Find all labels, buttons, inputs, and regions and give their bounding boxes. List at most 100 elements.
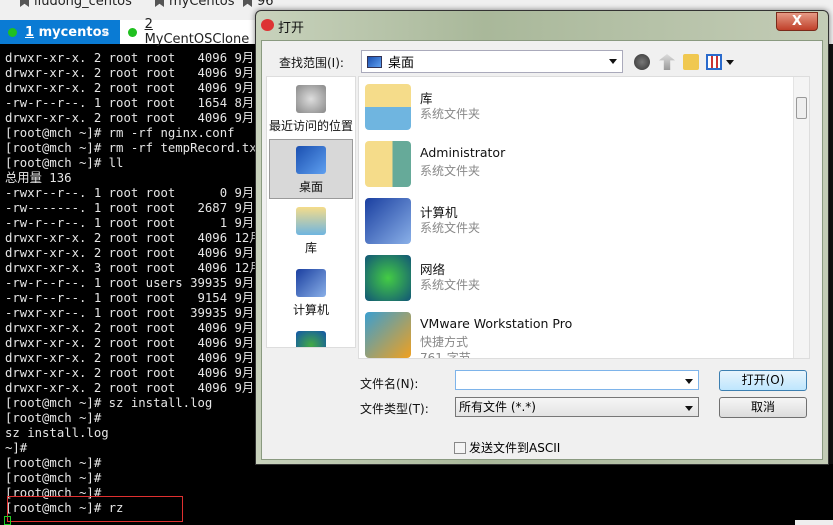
- chevron-down-icon: [685, 406, 693, 411]
- look-in-dropdown[interactable]: 桌面: [361, 50, 623, 73]
- terminal-line: -rw-r--r--. 1 root users 39935 9月: [5, 276, 255, 290]
- places-bar: 最近访问的位置 桌面 库 计算机 网络: [266, 76, 356, 348]
- cancel-button[interactable]: 取消: [719, 397, 807, 418]
- tab-label: mycentos: [38, 24, 110, 40]
- terminal-output[interactable]: drwxr-xr-x. 2 root root 4096 9月 drwxr-xr-…: [5, 51, 264, 516]
- terminal-line: drwxr-xr-x. 2 root root 4096 9月: [5, 51, 255, 65]
- terminal-scrollbar[interactable]: [829, 44, 833, 464]
- dialog-title: 打开: [278, 21, 305, 36]
- highlight-box: [7, 496, 183, 522]
- terminal-line: drwxr-xr-x. 2 root root 4096 9月: [5, 366, 255, 380]
- bookmark[interactable]: liudong_centos: [20, 0, 132, 9]
- place-network[interactable]: 网络: [269, 325, 353, 347]
- desktop-icon: [367, 55, 382, 68]
- terminal-line: drwxr-xr-x. 2 root root 4096 9月: [5, 81, 255, 95]
- ascii-checkbox[interactable]: [454, 441, 466, 454]
- new-folder-icon[interactable]: [683, 54, 699, 70]
- terminal-line: drwxr-xr-x. 2 root root 4096 9月: [5, 321, 255, 335]
- tab-mycentos[interactable]: 1 mycentos ×: [0, 20, 120, 44]
- place-recent[interactable]: 最近访问的位置: [269, 79, 353, 139]
- open-file-dialog: 打开 X 查找范围(I): 桌面 最近访问的位置 桌面 库 计算机 网络 库系统…: [255, 10, 829, 465]
- place-desktop[interactable]: 桌面: [269, 139, 353, 199]
- look-in-label: 查找范围(I):: [279, 56, 344, 70]
- terminal-line: [root@mch ~]#: [5, 456, 102, 470]
- terminal-line: -rw-r--r--. 1 root root 1 9月: [5, 216, 255, 230]
- connected-status-icon: [8, 27, 17, 37]
- terminal-line: [root@mch ~]#: [5, 471, 102, 485]
- file-item[interactable]: 网络 系统文件夹: [365, 253, 785, 305]
- view-menu-icon[interactable]: [706, 54, 722, 70]
- terminal-line: -rw-r--r--. 1 root root 1654 8月: [5, 96, 255, 110]
- terminal-line: drwxr-xr-x. 2 root root 4096 12月: [5, 231, 262, 245]
- terminal-line: drwxr-xr-x. 2 root root 4096 9月: [5, 351, 255, 365]
- network-icon: [365, 255, 411, 301]
- place-label: 库: [304, 241, 317, 255]
- terminal-line: -rw-------. 1 root root 2687 9月: [5, 201, 255, 215]
- tab-index: 1: [25, 24, 35, 40]
- file-name: Administrator: [420, 145, 506, 160]
- file-list-scrollbar[interactable]: [793, 77, 809, 358]
- connected-status-icon: [128, 27, 137, 37]
- bookmark-label: liudong_centos: [34, 0, 132, 9]
- terminal-line: drwxr-xr-x. 2 root root 4096 9月: [5, 336, 255, 350]
- file-item[interactable]: 库系统文件夹: [365, 82, 785, 134]
- library-icon: [365, 84, 411, 130]
- terminal-line: ~]#: [5, 441, 28, 455]
- bookmark-label: myCentos: [169, 0, 235, 9]
- bookmark-icon: [243, 0, 252, 7]
- place-computer[interactable]: 计算机: [269, 263, 353, 323]
- user-folder-icon: [365, 141, 411, 187]
- dialog-body: 查找范围(I): 桌面 最近访问的位置 桌面 库 计算机 网络 库系统文件夹 A…: [261, 40, 823, 460]
- vmware-shortcut-icon: [365, 312, 411, 358]
- terminal-line: [root@mch ~]# ll: [5, 156, 124, 170]
- place-label: 最近访问的位置: [269, 119, 354, 133]
- open-button[interactable]: 打开(O): [719, 370, 807, 391]
- place-label: 桌面: [298, 180, 323, 194]
- back-icon[interactable]: [634, 54, 650, 70]
- filename-input[interactable]: [455, 370, 699, 390]
- terminal-cursor: [4, 516, 11, 525]
- file-name: VMware Workstation Pro: [420, 316, 573, 331]
- chevron-down-icon[interactable]: [685, 379, 693, 384]
- file-item[interactable]: Administrator 系统文件夹: [365, 139, 785, 191]
- filetype-value: 所有文件 (*.*): [459, 400, 536, 414]
- bookmark[interactable]: myCentos: [155, 0, 235, 9]
- terminal-line: -rwxr-xr--. 1 root root 39935 9月: [5, 306, 255, 320]
- file-type: 系统文件夹: [420, 107, 481, 121]
- recent-places-icon: [296, 85, 326, 113]
- terminal-line: [root@mch ~]# sz install.log: [5, 396, 213, 410]
- file-type: 系统文件夹: [420, 278, 481, 292]
- terminal-line: drwxr-xr-x. 2 root root 4096 9月: [5, 246, 255, 260]
- desktop-icon: [296, 146, 326, 174]
- place-libraries[interactable]: 库: [269, 201, 353, 261]
- ascii-option[interactable]: 发送文件到ASCII: [454, 439, 560, 456]
- terminal-line: [root@mch ~]# rm -rf tempRecord.txt: [5, 141, 265, 155]
- terminal-line: 总用量 136: [5, 171, 72, 185]
- look-in-value: 桌面: [388, 56, 415, 71]
- filetype-select[interactable]: 所有文件 (*.*): [455, 397, 699, 417]
- bookmark[interactable]: 96: [243, 0, 274, 9]
- file-type: 系统文件夹: [420, 164, 481, 178]
- terminal-line: [root@mch ~]#: [5, 411, 102, 425]
- close-button[interactable]: X: [776, 12, 818, 31]
- file-item[interactable]: VMware Workstation Pro 快捷方式 761 字节: [365, 310, 785, 358]
- close-tab-icon[interactable]: ×: [101, 26, 110, 39]
- file-type: 系统文件夹: [420, 221, 481, 235]
- terminal-line: drwxr-xr-x. 2 root root 4096 9月: [5, 381, 255, 395]
- app-icon: [261, 19, 274, 31]
- tab-mycentosclone[interactable]: 2 MyCentOSClone: [120, 17, 256, 47]
- terminal-line: [root@mch ~]# rm -rf nginx.conf: [5, 126, 235, 140]
- scrollbar-thumb[interactable]: [796, 97, 807, 119]
- terminal-line: -rw-r--r--. 1 root root 9154 9月: [5, 291, 255, 305]
- filename-label: 文件名(N):: [360, 377, 419, 391]
- chevron-down-icon[interactable]: [726, 60, 734, 65]
- library-icon: [296, 207, 326, 235]
- computer-icon: [365, 198, 411, 244]
- place-label: 计算机: [292, 303, 329, 317]
- up-folder-icon[interactable]: [659, 54, 675, 70]
- terminal-line: drwxr-xr-x. 2 root root 4096 9月: [5, 66, 255, 80]
- tab-index: 2: [144, 17, 153, 32]
- file-item[interactable]: 计算机 系统文件夹: [365, 196, 785, 248]
- status-strip: [795, 520, 833, 525]
- terminal-line: drwxr-xr-x. 2 root root 4096 9月: [5, 111, 255, 125]
